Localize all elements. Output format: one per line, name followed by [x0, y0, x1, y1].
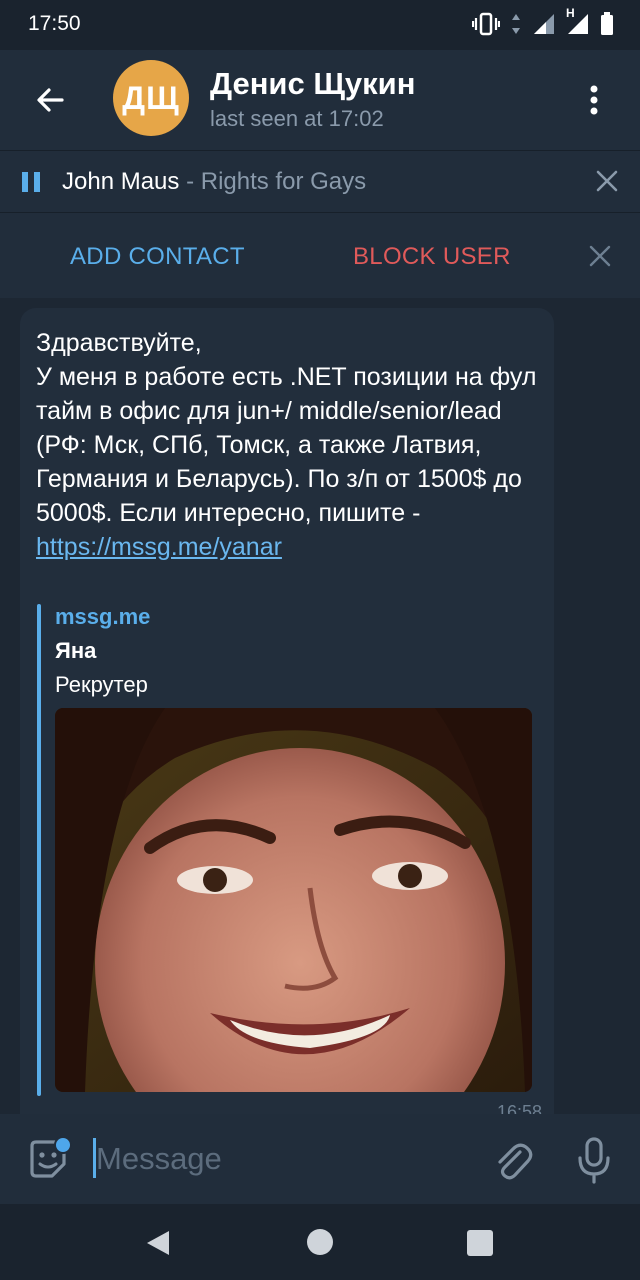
- message-body: Здравствуйте, У меня в работе есть .NET …: [36, 329, 537, 527]
- link-preview-title: Яна: [55, 638, 97, 663]
- message-text: Здравствуйте, У меня в работе есть .NET …: [36, 326, 546, 564]
- status-bar: 17:50 H: [0, 0, 640, 50]
- status-time: 17:50: [28, 12, 81, 35]
- more-vertical-icon: [590, 85, 598, 115]
- link-preview-description: Рекрутер: [55, 672, 148, 697]
- player-song: Rights for Gays: [200, 168, 367, 195]
- avatar[interactable]: ДЩ: [113, 60, 189, 136]
- data-arrows-icon: [512, 14, 520, 34]
- system-nav-bar: [0, 1204, 640, 1280]
- link-preview-accent: [37, 604, 41, 1096]
- new-sticker-dot: [54, 1136, 72, 1154]
- nav-recents-icon[interactable]: [467, 1230, 493, 1256]
- contact-action-bar: ADD CONTACT BLOCK USER: [0, 212, 640, 298]
- network-type-label: H: [566, 6, 575, 20]
- signal-icon: [534, 14, 554, 34]
- nav-back-icon[interactable]: [145, 1229, 171, 1257]
- player-artist: John Maus: [62, 168, 180, 195]
- battery-icon: [601, 12, 613, 35]
- more-menu-button[interactable]: [570, 76, 618, 124]
- arrow-left-icon: [37, 88, 64, 112]
- back-button[interactable]: [26, 76, 74, 124]
- now-playing[interactable]: John Maus - Rights for Gays: [62, 168, 366, 196]
- player-separator: -: [179, 168, 201, 195]
- link-preview-photo[interactable]: [55, 708, 532, 1092]
- chat-header: ДЩ Денис Щукин last seen at 17:02: [0, 50, 640, 150]
- music-player-bar[interactable]: John Maus - Rights for Gays: [0, 150, 640, 212]
- message-composer: [0, 1114, 640, 1204]
- vibrate-icon: [472, 12, 500, 36]
- last-seen-status: last seen at 17:02: [210, 106, 384, 131]
- link-preview-site[interactable]: mssg.me: [55, 604, 150, 630]
- microphone-icon[interactable]: [572, 1136, 616, 1184]
- block-user-button[interactable]: BLOCK USER: [353, 243, 511, 271]
- chat-title[interactable]: Денис Щукин: [210, 66, 415, 102]
- status-icons: H: [472, 6, 614, 36]
- add-contact-button[interactable]: ADD CONTACT: [70, 243, 245, 271]
- paperclip-icon[interactable]: [490, 1138, 534, 1182]
- close-icon[interactable]: [594, 168, 620, 194]
- nav-home-icon[interactable]: [307, 1229, 333, 1255]
- profile-photo: [55, 708, 532, 1092]
- pause-icon[interactable]: [20, 171, 42, 193]
- message-link[interactable]: https://mssg.me/yanar: [36, 533, 282, 561]
- close-icon[interactable]: [588, 244, 612, 268]
- message-input[interactable]: [96, 1136, 466, 1182]
- chat-messages[interactable]: Здравствуйте, У меня в работе есть .NET …: [0, 298, 640, 1116]
- message-bubble[interactable]: Здравствуйте, У меня в работе есть .NET …: [20, 308, 554, 1116]
- signal-h-icon: H: [566, 6, 590, 36]
